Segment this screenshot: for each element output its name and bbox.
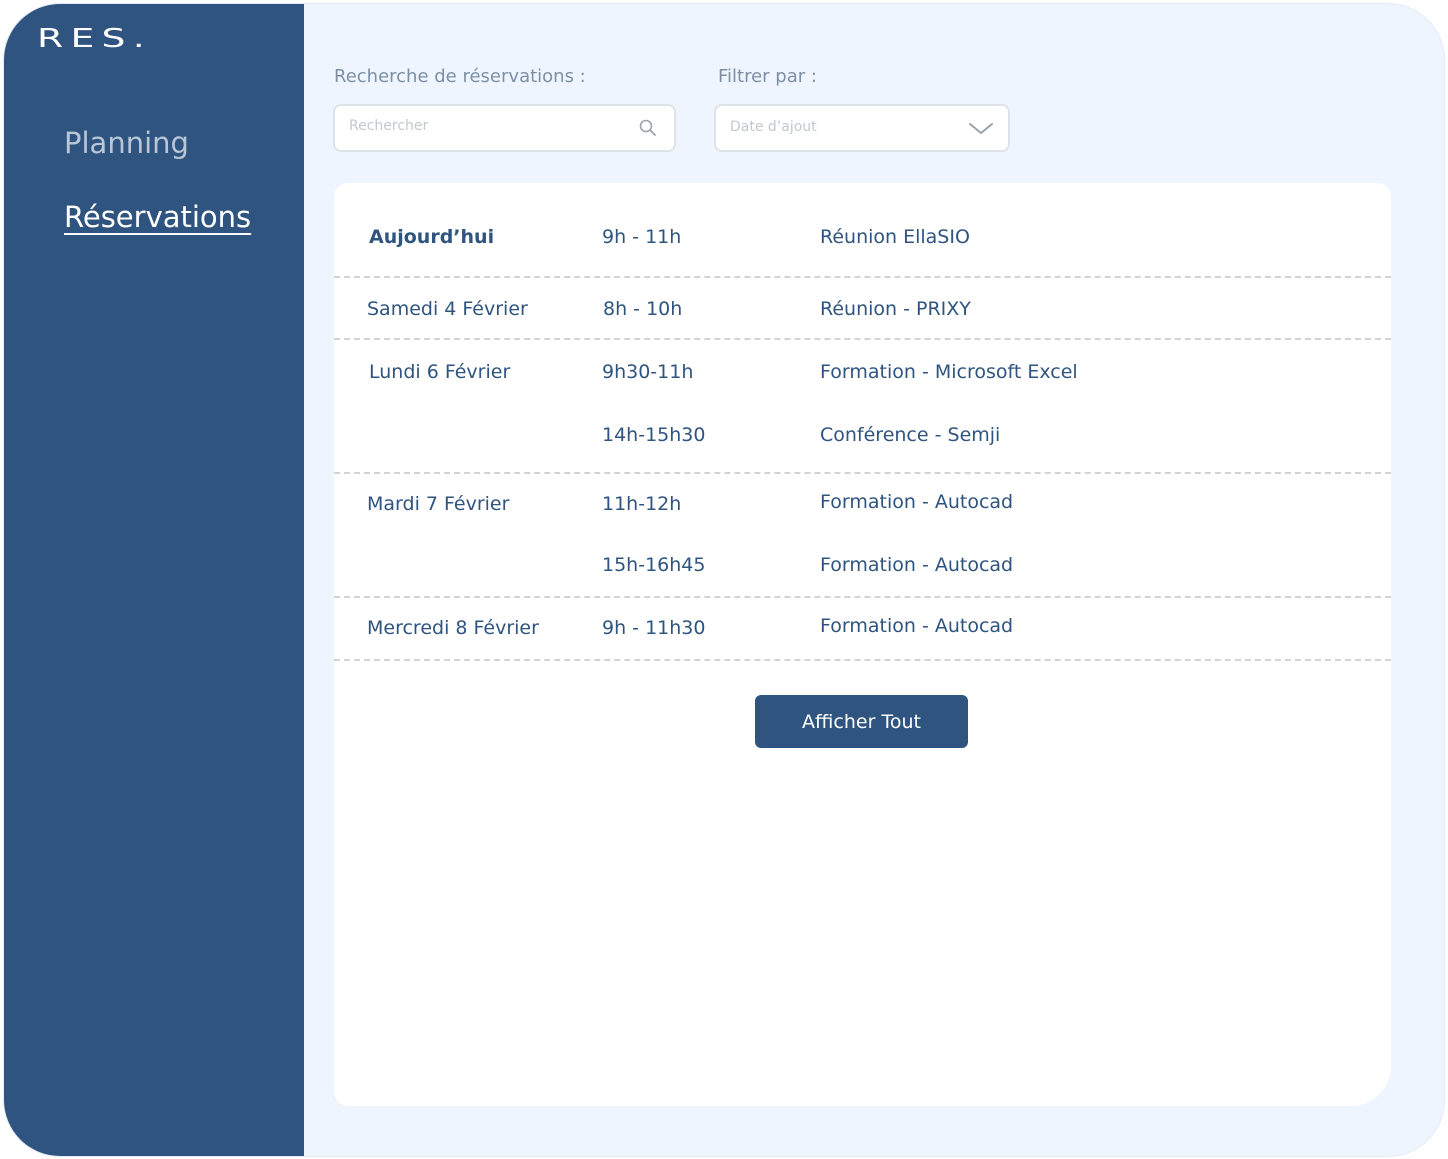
reservations-card: Aujourd’hui 9h - 11h Réunion EllaSIO Sam…: [334, 183, 1391, 1106]
reservation-time: 11h-12h: [602, 493, 682, 515]
reservation-row: Lundi 6 Février 9h30-11h Formation - Mic…: [334, 340, 1391, 474]
reservation-time: 9h - 11h30: [602, 617, 706, 639]
app-window: RES. Planning Réservations Recherche de …: [4, 4, 1444, 1156]
reservation-row: Mardi 7 Février 11h-12h Formation - Auto…: [334, 474, 1391, 598]
chevron-down-icon[interactable]: [968, 120, 994, 136]
search-icon[interactable]: [638, 118, 658, 138]
filter-dropdown[interactable]: Date d’ajout: [714, 104, 1010, 152]
reservation-title[interactable]: Formation - Autocad: [820, 491, 1013, 513]
filter-selected-value: Date d’ajout: [730, 119, 817, 135]
sidebar-item-reservations[interactable]: Réservations: [64, 200, 251, 234]
reservation-row: Mercredi 8 Février 9h - 11h30 Formation …: [334, 598, 1391, 661]
search-label: Recherche de réservations :: [334, 66, 586, 87]
search-input[interactable]: [349, 118, 619, 134]
reservation-row: Samedi 4 Février 8h - 10h Réunion - PRIX…: [334, 278, 1391, 340]
reservation-date: Lundi 6 Février: [369, 361, 511, 383]
reservation-title[interactable]: Conférence - Semji: [820, 424, 1000, 446]
reservation-date: Samedi 4 Février: [367, 298, 528, 320]
reservation-time: 8h - 10h: [603, 298, 683, 320]
reservation-time: 14h-15h30: [602, 424, 706, 446]
reservation-time: 9h30-11h: [602, 361, 694, 383]
reservation-time: 15h-16h45: [602, 554, 706, 576]
reservation-row-today: Aujourd’hui 9h - 11h Réunion EllaSIO: [334, 183, 1391, 278]
reservation-title[interactable]: Formation - Microsoft Excel: [820, 361, 1078, 383]
search-field: [333, 104, 676, 152]
show-all-button[interactable]: Afficher Tout: [755, 695, 968, 748]
filter-label: Filtrer par :: [718, 66, 817, 87]
reservation-date: Mardi 7 Février: [367, 493, 510, 515]
reservation-date: Mercredi 8 Février: [367, 617, 539, 639]
sidebar: RES. Planning Réservations: [4, 4, 304, 1156]
reservation-title[interactable]: Formation - Autocad: [820, 554, 1013, 576]
reservation-time: 9h - 11h: [602, 226, 682, 248]
reservation-title[interactable]: Réunion - PRIXY: [820, 298, 971, 320]
reservation-title[interactable]: Réunion EllaSIO: [820, 226, 970, 248]
app-logo: RES.: [37, 24, 152, 54]
reservation-title[interactable]: Formation - Autocad: [820, 615, 1013, 637]
reservation-date: Aujourd’hui: [369, 226, 495, 248]
sidebar-item-planning[interactable]: Planning: [64, 126, 189, 160]
